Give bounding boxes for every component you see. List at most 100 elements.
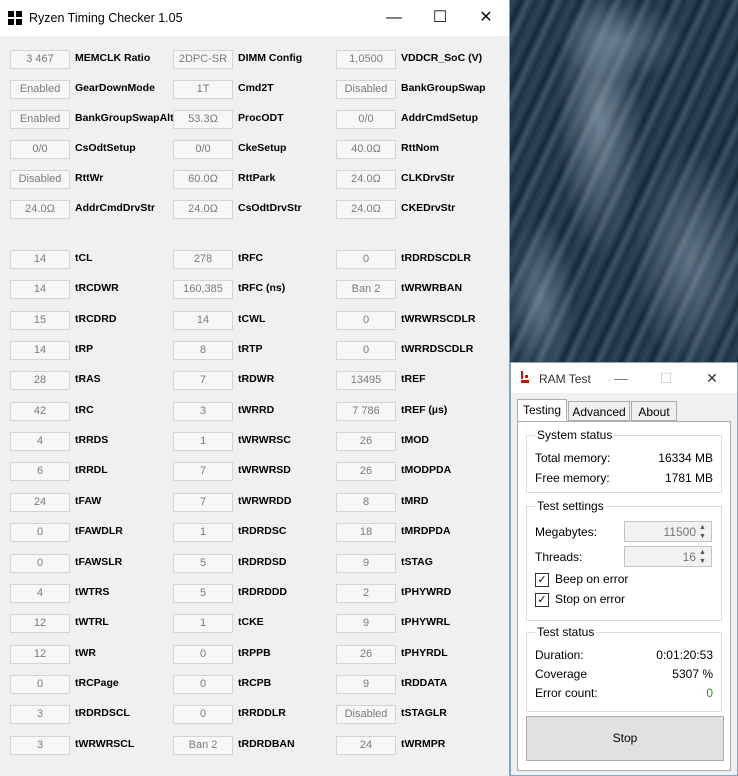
timing-value-field[interactable]: 278 (173, 250, 233, 269)
timing-value-field[interactable]: 24.0Ω (336, 170, 396, 189)
timing-value-field[interactable]: 0/0 (173, 140, 233, 159)
timing-value-field[interactable]: 42 (10, 401, 70, 421)
timing-value-field[interactable]: Enabled (10, 80, 70, 99)
tab-about[interactable]: About (631, 401, 677, 421)
timing-value-field[interactable]: 12 (10, 614, 70, 634)
timing-value-field[interactable]: 0 (336, 310, 396, 330)
timing-value-field[interactable]: 14 (10, 280, 70, 300)
maximize-button[interactable]: ☐ (417, 0, 463, 36)
timing-value-field[interactable]: 1 (173, 523, 233, 543)
timing-value-field[interactable]: 4 (10, 432, 70, 452)
timing-value-field[interactable]: 40.0Ω (336, 140, 396, 159)
timing-value-field[interactable]: 26 (336, 644, 396, 664)
timing-value-field[interactable]: 26 (336, 462, 396, 482)
timing-value-field[interactable]: 26 (336, 432, 396, 452)
timing-value-field[interactable]: 0 (10, 523, 70, 543)
timing-value-field[interactable]: 3 (173, 401, 233, 421)
timing-value-field[interactable]: 53.3Ω (173, 110, 233, 129)
timing-value-field[interactable]: 7 786 (336, 401, 396, 421)
timing-value-field[interactable]: 3 (10, 705, 70, 725)
timing-value-field[interactable]: Ban 2 (336, 280, 396, 300)
threads-input[interactable]: 16 ▲ ▼ (624, 546, 712, 567)
timing-value-field[interactable]: 7 (173, 462, 233, 482)
megabytes-down-icon[interactable]: ▼ (699, 533, 709, 540)
timing-value-field[interactable]: 0/0 (10, 140, 70, 159)
megabytes-up-icon[interactable]: ▲ (699, 524, 709, 531)
timing-value-field[interactable]: 0 (336, 250, 396, 269)
timing-value-field[interactable]: 18 (336, 523, 396, 543)
timing-value-field[interactable]: 0 (173, 705, 233, 725)
timing-label: tWTRS (75, 585, 110, 598)
tab-testing[interactable]: Testing (517, 399, 567, 422)
timing-label: tWTRL (75, 616, 109, 629)
timing-value-field[interactable]: 4 (10, 583, 70, 603)
timing-value-field[interactable]: Disabled (10, 170, 70, 189)
rtc-app-icon (8, 11, 23, 26)
timing-value-field[interactable]: 12 (10, 644, 70, 664)
timing-value-field[interactable]: 0 (10, 674, 70, 694)
timing-value-field[interactable]: 15 (10, 310, 70, 330)
ramtest-maximize-button[interactable]: ☐ (653, 367, 679, 389)
timing-value-field[interactable]: 0/0 (336, 110, 396, 129)
timing-value-field[interactable]: Enabled (10, 110, 70, 129)
timing-value-field[interactable]: 2 (336, 583, 396, 603)
timing-label: tWRWRSCDLR (401, 312, 476, 325)
timing-value-field[interactable]: 1 (173, 432, 233, 452)
timing-value-field[interactable]: 9 (336, 553, 396, 573)
timing-value-field[interactable]: 13495 (336, 371, 396, 391)
timing-label: tFAWDLR (75, 525, 123, 538)
timing-value-field[interactable]: 1T (173, 80, 233, 99)
timing-value-field[interactable]: 24 (336, 735, 396, 755)
timing-value-field[interactable]: 0 (10, 553, 70, 573)
timing-value-field[interactable]: 8 (336, 492, 396, 512)
timing-value-field[interactable]: 14 (10, 250, 70, 269)
rtc-titlebar[interactable]: Ryzen Timing Checker 1.05 — ☐ ✕ (0, 0, 509, 36)
ramtest-titlebar[interactable]: RAM Test — ☐ ✕ (511, 363, 737, 393)
timing-value-field[interactable]: 2DPC-SR (173, 50, 233, 69)
close-button[interactable]: ✕ (463, 0, 509, 36)
timing-value-field[interactable]: 9 (336, 614, 396, 634)
timing-value-field[interactable]: Disabled (336, 705, 396, 725)
threads-up-icon[interactable]: ▲ (699, 549, 709, 556)
timing-value-field[interactable]: 6 (10, 462, 70, 482)
timing-value-field[interactable]: 8 (173, 341, 233, 361)
timing-value-field[interactable]: 5 (173, 583, 233, 603)
stop-on-error-label: Stop on error (555, 592, 626, 606)
timing-value-field[interactable]: 24.0Ω (10, 200, 70, 219)
test-settings-title: Test settings (535, 499, 606, 513)
timing-value-field[interactable]: 14 (173, 310, 233, 330)
ramtest-close-button[interactable]: ✕ (699, 367, 725, 389)
timing-label: tREF (µs) (401, 403, 448, 416)
threads-label: Threads: (535, 550, 583, 564)
timing-value-field[interactable]: 0 (173, 674, 233, 694)
timing-value-field[interactable]: 24.0Ω (336, 200, 396, 219)
timing-value-field[interactable]: 14 (10, 341, 70, 361)
timing-value-field[interactable]: 24 (10, 492, 70, 512)
timing-value-field[interactable]: 60.0Ω (173, 170, 233, 189)
megabytes-input[interactable]: 11500 ▲ ▼ (624, 521, 712, 542)
ramtest-minimize-button[interactable]: — (608, 367, 634, 389)
free-memory-value: 1781 MB (664, 471, 713, 485)
timing-value-field[interactable]: 0 (173, 644, 233, 664)
timing-value-field[interactable]: Ban 2 (173, 735, 233, 755)
minimize-button[interactable]: — (371, 0, 417, 36)
timing-label: tRDRDBAN (238, 737, 295, 750)
timing-value-field[interactable]: 28 (10, 371, 70, 391)
timing-value-field[interactable]: 7 (173, 371, 233, 391)
timing-value-field[interactable]: 1,0500 (336, 50, 396, 69)
timing-value-field[interactable]: Disabled (336, 80, 396, 99)
threads-down-icon[interactable]: ▼ (699, 558, 709, 565)
tab-advanced[interactable]: Advanced (568, 401, 630, 421)
timing-value-field[interactable]: 0 (336, 341, 396, 361)
timing-value-field[interactable]: 160,385 (173, 280, 233, 300)
timing-value-field[interactable]: 24.0Ω (173, 200, 233, 219)
beep-on-error-label: Beep on error (555, 572, 629, 586)
timing-ckedrvstr: 24.0Ω CKEDrvStr (326, 191, 489, 227)
timing-value-field[interactable]: 9 (336, 674, 396, 694)
timing-value-field[interactable]: 3 467 (10, 50, 70, 69)
timing-value-field[interactable]: 5 (173, 553, 233, 573)
timing-value-field[interactable]: 7 (173, 492, 233, 512)
timing-value-field[interactable]: 1 (173, 614, 233, 634)
timing-value-field[interactable]: 3 (10, 735, 70, 755)
stop-button[interactable]: Stop (526, 716, 724, 761)
